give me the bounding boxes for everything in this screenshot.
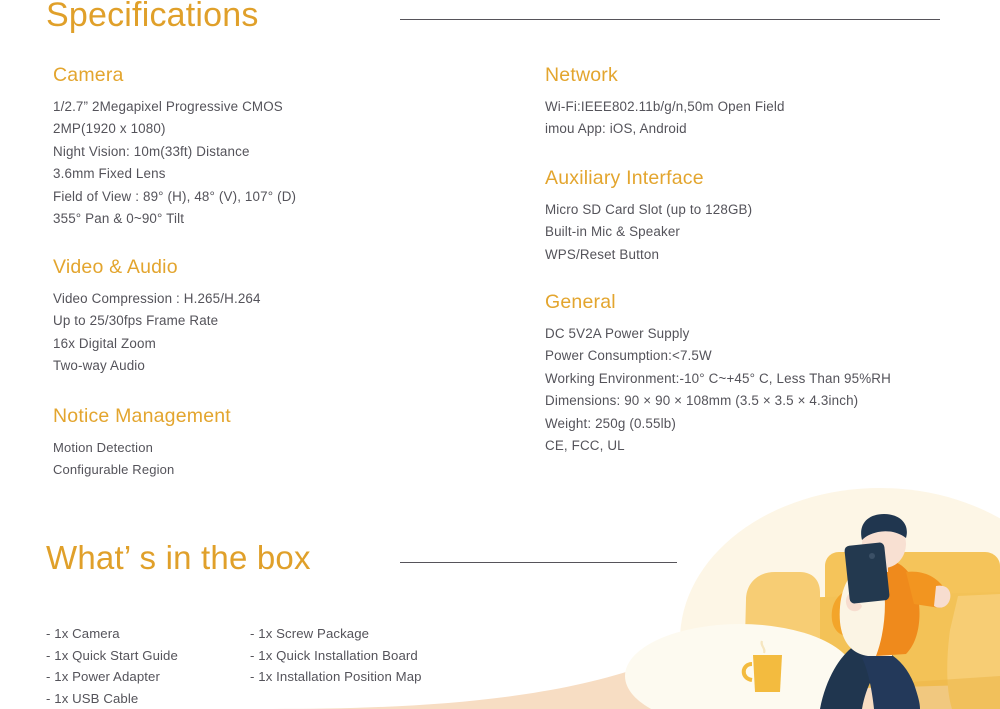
section-video-audio: Video & Audio Video Compression : H.265/… [53,256,261,378]
spec-line: Night Vision: 10m(33ft) Distance [53,143,250,159]
spec-line: Weight: 250g (0.55lb) [545,415,676,431]
box-item: - 1x Installation Position Map [250,669,422,685]
spec-line: Dimensions: 90 × 90 × 108mm (3.5 × 3.5 ×… [545,393,859,409]
spec-line: DC 5V2A Power Supply [545,326,690,341]
page-content: Specifications Camera 1/2.7” 2Megapixel … [0,0,1000,709]
section-camera: Camera 1/2.7” 2Megapixel Progressive CMO… [53,64,296,230]
box-contents-column-1: - 1x Camera - 1x Quick Start Guide - 1x … [46,623,178,709]
spec-line: Up to 25/30fps Frame Rate [53,313,219,329]
box-contents-column-2: - 1x Screw Package - 1x Quick Installati… [250,623,422,688]
section-heading-notice-management: Notice Management [53,405,231,427]
spec-line: Configurable Region [53,462,175,478]
section-heading-camera: Camera [53,64,124,86]
section-heading-auxiliary-interface: Auxiliary Interface [545,167,704,189]
section-general: General DC 5V2A Power Supply Power Consu… [545,291,891,457]
section-notice-management: Notice Management Motion Detection Confi… [53,405,231,482]
box-item: - 1x USB Cable [46,690,139,706]
spec-line: Field of View : 89° (H), 48° (V), 107° (… [53,188,297,204]
spec-line: Video Compression : H.265/H.264 [53,291,261,306]
spec-line: 3.6mm Fixed Lens [53,166,166,182]
spec-line: 355° Pan & 0~90° Tilt [53,211,185,227]
spec-line: imou App: iOS, Android [545,121,687,137]
box-item: - 1x Power Adapter [46,669,160,685]
spec-line: Power Consumption:<7.5W [545,348,712,364]
spec-line: Built-in Mic & Speaker [545,224,681,240]
section-network: Network Wi-Fi:IEEE802.11b/g/n,50m Open F… [545,64,785,141]
spec-line: Two-way Audio [53,358,146,374]
spec-line: CE, FCC, UL [545,438,625,454]
spec-line: 2MP(1920 x 1080) [53,121,166,137]
section-auxiliary-interface: Auxiliary Interface Micro SD Card Slot (… [545,167,752,266]
box-title-divider [400,562,677,563]
page-title: Specifications [46,0,259,34]
box-item: - 1x Screw Package [250,626,370,641]
spec-line: Working Environment:-10° C~+45° C, Less … [545,370,891,386]
box-item: - 1x Quick Installation Board [250,647,418,663]
section-heading-network: Network [545,64,618,86]
spec-line: WPS/Reset Button [545,246,660,262]
section-heading-video-audio: Video & Audio [53,256,178,278]
spec-line: Motion Detection [53,440,153,455]
box-item: - 1x Quick Start Guide [46,647,178,663]
box-title: What’ s in the box [46,539,311,576]
spec-line: Micro SD Card Slot (up to 128GB) [545,202,753,217]
section-heading-general: General [545,291,616,313]
box-item: - 1x Camera [46,626,120,641]
spec-line: Wi-Fi:IEEE802.11b/g/n,50m Open Field [545,99,785,114]
title-divider [400,19,940,20]
spec-line: 1/2.7” 2Megapixel Progressive CMOS [53,99,283,114]
spec-line: 16x Digital Zoom [53,335,156,351]
